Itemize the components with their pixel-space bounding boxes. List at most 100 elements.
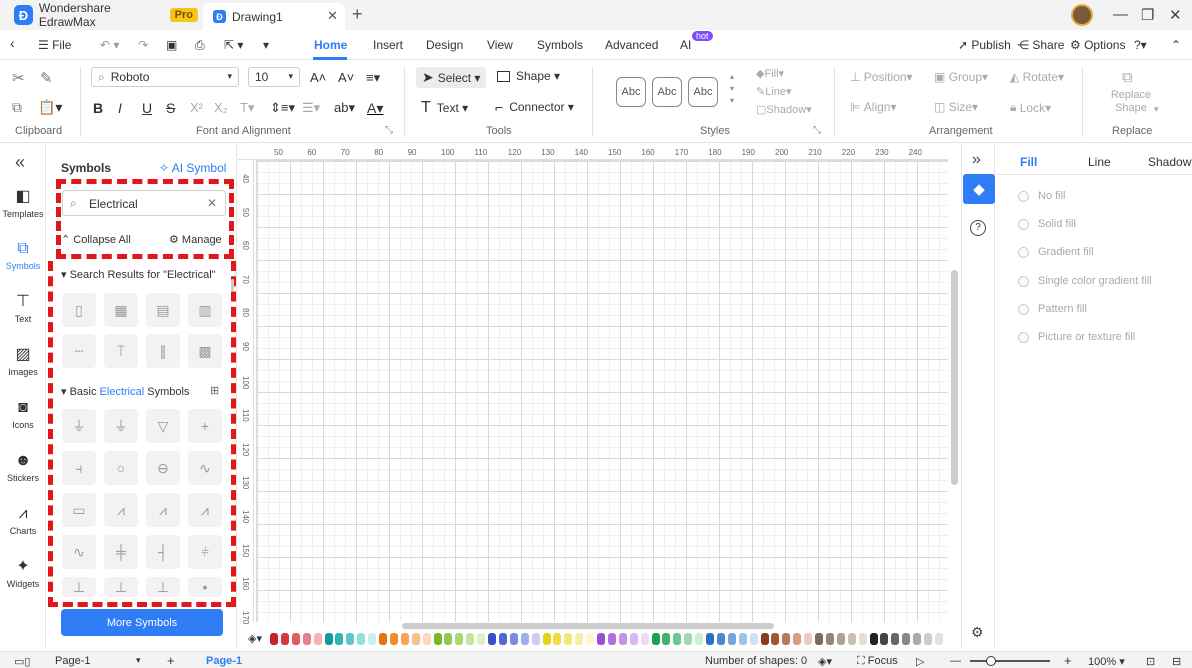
color-swatch[interactable]	[498, 633, 507, 645]
sidebar-item-text[interactable]: ⊤ Text	[0, 293, 46, 324]
select-button[interactable]: ➤ Select ▾	[416, 67, 487, 88]
symbol-tile[interactable]: ▽	[146, 409, 180, 443]
text-case-icon[interactable]: ab▾	[334, 100, 355, 116]
sidebar-item-charts[interactable]: ⩘ Charts	[0, 505, 46, 536]
library-icon[interactable]: ⊞	[210, 384, 219, 397]
tab-view[interactable]: View	[487, 38, 513, 52]
panel-scrollbar[interactable]	[231, 279, 234, 291]
chevron-down-icon[interactable]: ▾	[136, 655, 141, 666]
color-swatch[interactable]	[477, 633, 486, 645]
sidebar-item-templates[interactable]: ◧ Templates	[0, 188, 46, 219]
symbol-tile[interactable]: ▥	[188, 293, 222, 327]
symbol-tile[interactable]: ∥	[146, 334, 180, 368]
help-circle-icon[interactable]: ?	[970, 220, 986, 236]
symbol-tile[interactable]: ▦	[104, 293, 138, 327]
symbol-tile[interactable]: ⏚	[104, 409, 138, 443]
copy-icon[interactable]: ⧉	[12, 99, 22, 116]
vertical-scrollbar[interactable]	[951, 270, 958, 485]
color-swatch[interactable]	[455, 633, 464, 645]
share-button[interactable]: ⋲ Share	[1017, 38, 1064, 52]
color-swatch[interactable]	[368, 633, 377, 645]
fill-option-gradient[interactable]: Gradient fill	[1018, 246, 1094, 258]
decrease-font-icon[interactable]: A˅	[338, 70, 354, 85]
more-icon[interactable]: ▾	[263, 38, 269, 52]
symbol-tile[interactable]: ⩘	[146, 493, 180, 527]
color-swatch[interactable]	[760, 633, 769, 645]
color-swatch[interactable]	[847, 633, 856, 645]
fill-color-icon[interactable]: ◈▾	[248, 632, 262, 645]
increase-font-icon[interactable]: A˄	[310, 70, 326, 85]
sidebar-item-icons[interactable]: ◙ Icons	[0, 399, 46, 430]
new-tab-icon[interactable]: +	[352, 4, 363, 25]
fill-option-solid[interactable]: Solid fill	[1018, 218, 1076, 230]
fill-panel-icon[interactable]: ◆	[963, 174, 995, 204]
close-tab-icon[interactable]: ✕	[327, 8, 338, 24]
avatar[interactable]	[1071, 4, 1093, 26]
color-swatch[interactable]	[542, 633, 551, 645]
color-swatch[interactable]	[716, 633, 725, 645]
symbol-tile[interactable]: ⩘	[104, 493, 138, 527]
lock-button[interactable]: 🔒︎ Lock ▾	[1010, 100, 1051, 115]
color-swatch[interactable]	[706, 633, 714, 645]
symbol-tile[interactable]: •	[188, 577, 222, 597]
color-swatch[interactable]	[836, 633, 845, 645]
color-swatch[interactable]	[357, 633, 366, 645]
sidebar-item-images[interactable]: ▨ Images	[0, 346, 46, 377]
color-swatch[interactable]	[346, 633, 355, 645]
shape-button[interactable]: Shape ▾	[497, 69, 560, 83]
fill-option-single-gradient[interactable]: Single color gradient fill	[1018, 275, 1152, 287]
zoom-out-icon[interactable]: —	[950, 655, 961, 667]
color-swatch[interactable]	[695, 633, 704, 645]
page-tab[interactable]: Page-1	[206, 655, 242, 667]
app-tab[interactable]: Ð Wondershare EdrawMax Pro	[0, 0, 198, 30]
symbol-tile[interactable]: ⊥	[104, 577, 138, 597]
fill-button[interactable]: ◆ Fill ▾	[756, 67, 784, 81]
color-swatch[interactable]	[869, 633, 878, 645]
tab-ai[interactable]: AI	[680, 38, 691, 52]
color-swatch[interactable]	[913, 633, 922, 645]
text-style-icon[interactable]: T▾	[240, 100, 254, 116]
publish-button[interactable]: ➚ Publish	[958, 38, 1011, 52]
symbol-tile[interactable]: ∿	[188, 451, 222, 485]
manage-button[interactable]: ⚙ Manage	[169, 233, 222, 246]
color-swatch[interactable]	[880, 633, 889, 645]
symbol-tile[interactable]: ○	[104, 451, 138, 485]
style-sample-2[interactable]: Abc	[652, 77, 682, 107]
text-button[interactable]: T Text ▾	[421, 99, 468, 117]
tab-insert[interactable]: Insert	[373, 38, 403, 52]
color-swatch[interactable]	[673, 633, 682, 645]
replace-shape-button[interactable]: Replace Shape	[1108, 89, 1154, 115]
print-icon[interactable]: ⎙	[195, 38, 205, 53]
tab-shadow[interactable]: Shadow	[1148, 155, 1191, 169]
sidebar-item-widgets[interactable]: ✦ Widgets	[0, 558, 46, 589]
tab-symbols[interactable]: Symbols	[537, 38, 583, 52]
align-button[interactable]: ⊫ Align ▾	[850, 100, 897, 114]
line-spacing-icon[interactable]: ⇕≡▾	[270, 100, 295, 116]
color-swatch[interactable]	[488, 633, 496, 645]
symbol-tile[interactable]: ⍑	[104, 334, 138, 368]
color-swatch[interactable]	[597, 633, 605, 645]
color-swatch[interactable]	[793, 633, 802, 645]
fullscreen-icon[interactable]: ⊟	[1172, 655, 1181, 668]
color-swatch[interactable]	[270, 633, 278, 645]
superscript-icon[interactable]: X²	[190, 100, 203, 115]
fit-page-icon[interactable]: ⊡	[1146, 655, 1155, 668]
results-heading[interactable]: ▾ Search Results for "Electrical"	[61, 268, 216, 281]
symbol-tile[interactable]: ▤	[146, 293, 180, 327]
position-button[interactable]: ⊥ Position ▾	[850, 70, 913, 84]
fill-option-picture[interactable]: Picture or texture fill	[1018, 331, 1135, 343]
symbol-tile[interactable]: ∿	[62, 535, 96, 569]
settings-icon[interactable]: ⚙	[971, 624, 984, 641]
options-button[interactable]: ⚙ Options	[1070, 38, 1125, 52]
group-button[interactable]: ▣ Group ▾	[934, 70, 988, 84]
line-button[interactable]: ✎ Line ▾	[756, 85, 792, 99]
undo-icon[interactable]: ↶ ▾	[100, 38, 119, 52]
underline-icon[interactable]: U	[142, 100, 152, 116]
color-swatch[interactable]	[782, 633, 791, 645]
paste-icon[interactable]: 📋▾	[38, 99, 62, 116]
symbol-tile[interactable]: +	[188, 409, 222, 443]
tab-design[interactable]: Design	[426, 38, 463, 52]
color-swatch[interactable]	[531, 633, 540, 645]
shadow-button[interactable]: ▢ Shadow ▾	[756, 103, 812, 117]
color-swatch[interactable]	[280, 633, 289, 645]
